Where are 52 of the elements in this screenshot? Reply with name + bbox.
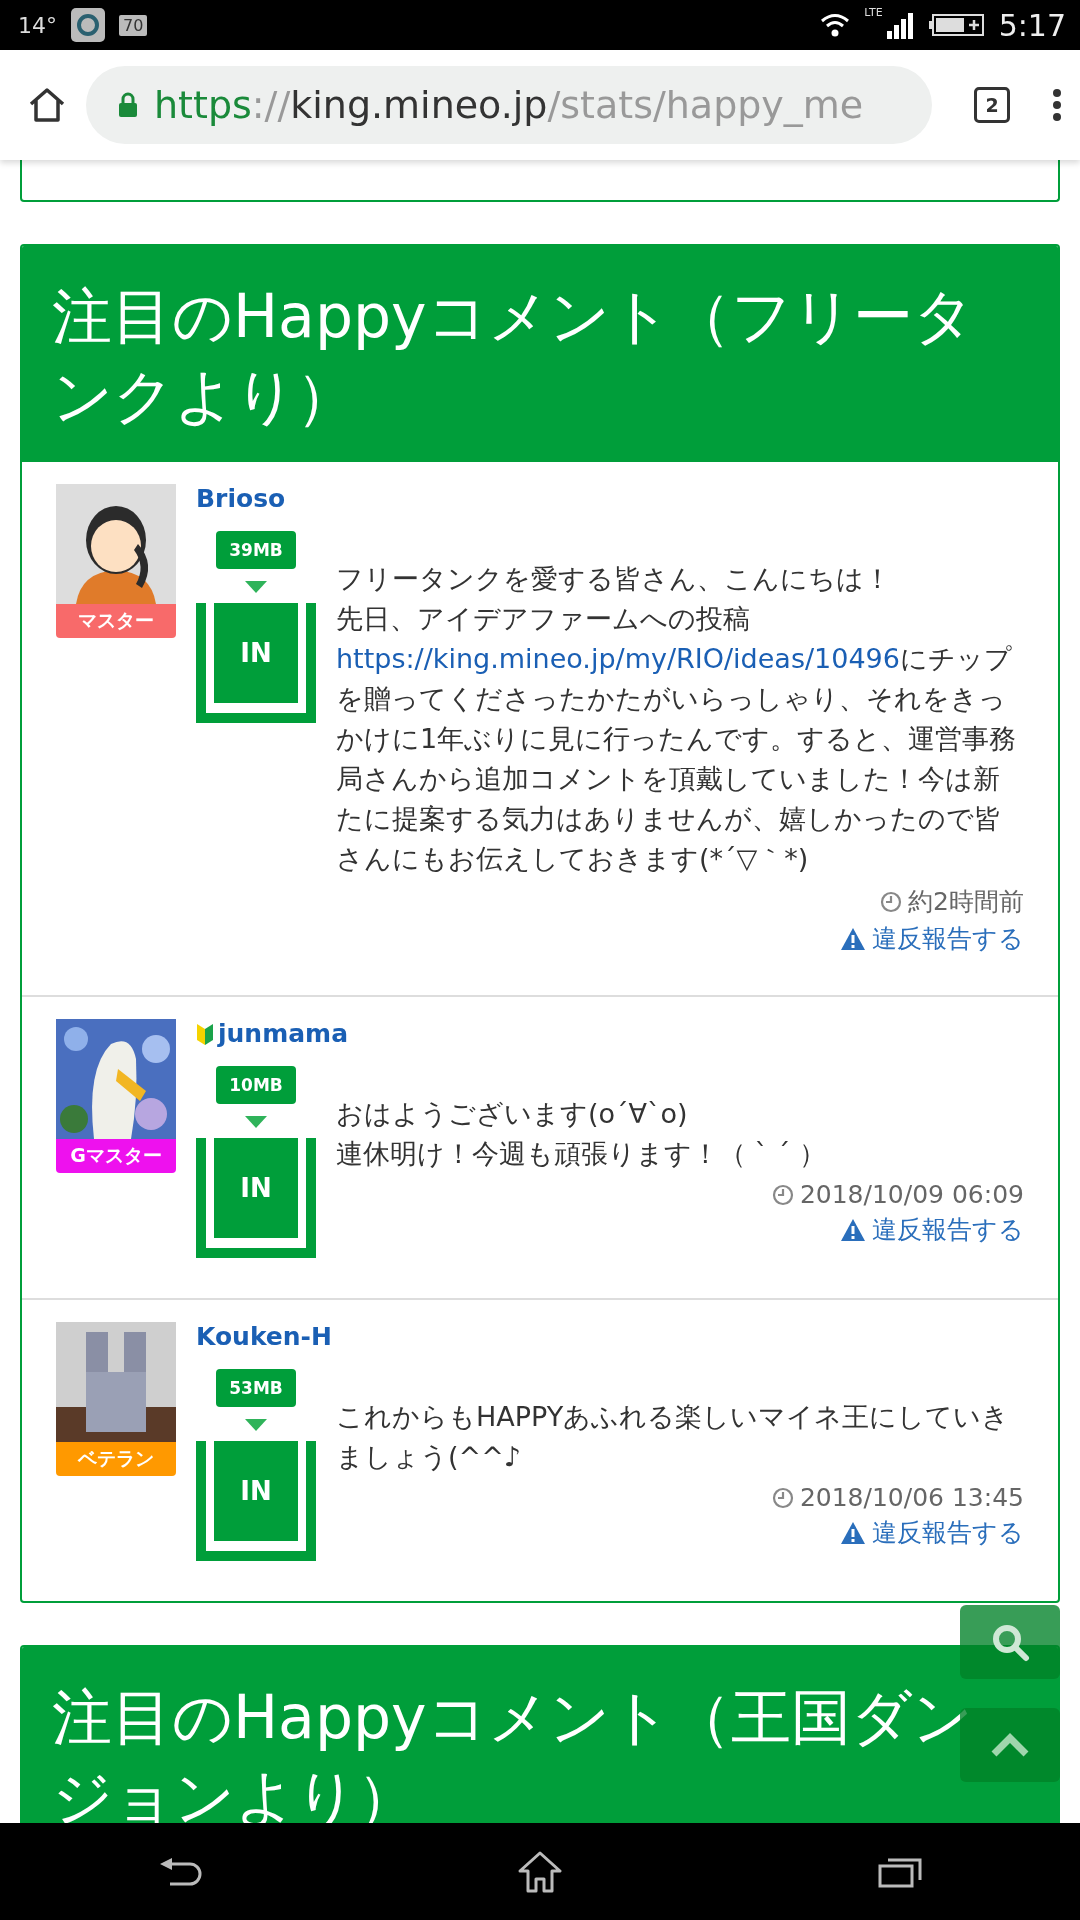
down-triangle-icon xyxy=(245,1116,267,1128)
url-field[interactable]: https://king.mineo.jp/stats/happy_me xyxy=(86,66,932,144)
signal-icon xyxy=(886,11,915,39)
down-triangle-icon xyxy=(245,581,267,593)
search-icon xyxy=(990,1622,1030,1662)
battery-icon xyxy=(928,13,985,37)
data-amount-badge: 53MB xyxy=(216,1369,296,1407)
post-time: 約2時間前 xyxy=(908,886,1024,918)
clock-icon xyxy=(880,890,903,913)
rank-badge: マスター xyxy=(56,604,176,638)
warning-icon xyxy=(840,926,866,951)
rank-badge: Gマスター xyxy=(56,1139,176,1173)
user-name[interactable]: junmama xyxy=(218,1019,348,1048)
in-label: IN xyxy=(214,603,298,703)
comment-text: これからもHAPPYあふれる楽しいマイネ王にしていきましょう(^^♪ xyxy=(336,1400,1011,1474)
chevron-up-icon xyxy=(990,1732,1030,1758)
comment-text: おはようございます(o´∀`o) xyxy=(336,1097,689,1131)
clock-icon xyxy=(771,1486,794,1509)
home-icon[interactable] xyxy=(28,87,66,123)
rank-badge: ベテラン xyxy=(56,1442,176,1476)
wifi-icon xyxy=(820,12,851,38)
clock-time: 5:17 xyxy=(998,7,1066,43)
in-label: IN xyxy=(214,1441,298,1541)
back-icon[interactable] xyxy=(158,1855,202,1888)
more-menu-icon[interactable] xyxy=(1052,88,1062,122)
comment-text: フリータンクを愛する皆さん、こんにちは！ xyxy=(336,562,892,596)
report-link[interactable]: 違反報告する xyxy=(840,1213,1024,1246)
post-time: 2018/10/09 06:09 xyxy=(799,1180,1024,1209)
comment-text: 先日、アイデアファームへの投稿 https://king.mineo.jp/my/RIO/ideas/10496にチップ を贈ってくださったかたがいらっしゃり、それをきっかけに1年ぶりに見に行ったんです。すると、運営事務局さんから追加コメントを頂戴していました！今は新たに提案する気力はありませんが、嬉しかったので皆さんにもお伝えしておきます(*´▽｀*) xyxy=(336,602,1018,876)
comment-text: 連休明け！今週も頑張ります！（ ` ´ ） xyxy=(336,1137,827,1171)
report-link[interactable]: 違反報告する xyxy=(840,1516,1024,1549)
report-link[interactable]: 違反報告する xyxy=(840,922,1024,955)
network-type: LTE xyxy=(864,6,883,19)
post-time: 2018/10/06 13:45 xyxy=(799,1483,1024,1512)
tab-count-button[interactable]: 2 xyxy=(974,87,1010,123)
search-button[interactable] xyxy=(960,1605,1060,1679)
temperature: 14° xyxy=(18,12,57,38)
clock-icon xyxy=(771,1183,794,1206)
app-icon xyxy=(71,8,105,42)
user-name[interactable]: Kouken-H xyxy=(196,1322,332,1351)
warning-icon xyxy=(840,1520,866,1545)
warning-icon xyxy=(840,1217,866,1242)
down-triangle-icon xyxy=(245,1419,267,1431)
user-name[interactable]: Brioso xyxy=(196,484,286,513)
lock-icon xyxy=(118,92,138,118)
home-icon[interactable] xyxy=(518,1850,562,1893)
notification-badge: 70 xyxy=(119,14,148,36)
in-label: IN xyxy=(214,1138,298,1238)
data-amount-badge: 39MB xyxy=(216,531,296,569)
comment-link[interactable]: https://king.mineo.jp/my/RIO/ideas/10496 xyxy=(336,643,900,674)
section-title: 注目のHappyコメント（フリータンクより） xyxy=(22,246,1058,462)
data-amount-badge: 10MB xyxy=(216,1066,296,1104)
